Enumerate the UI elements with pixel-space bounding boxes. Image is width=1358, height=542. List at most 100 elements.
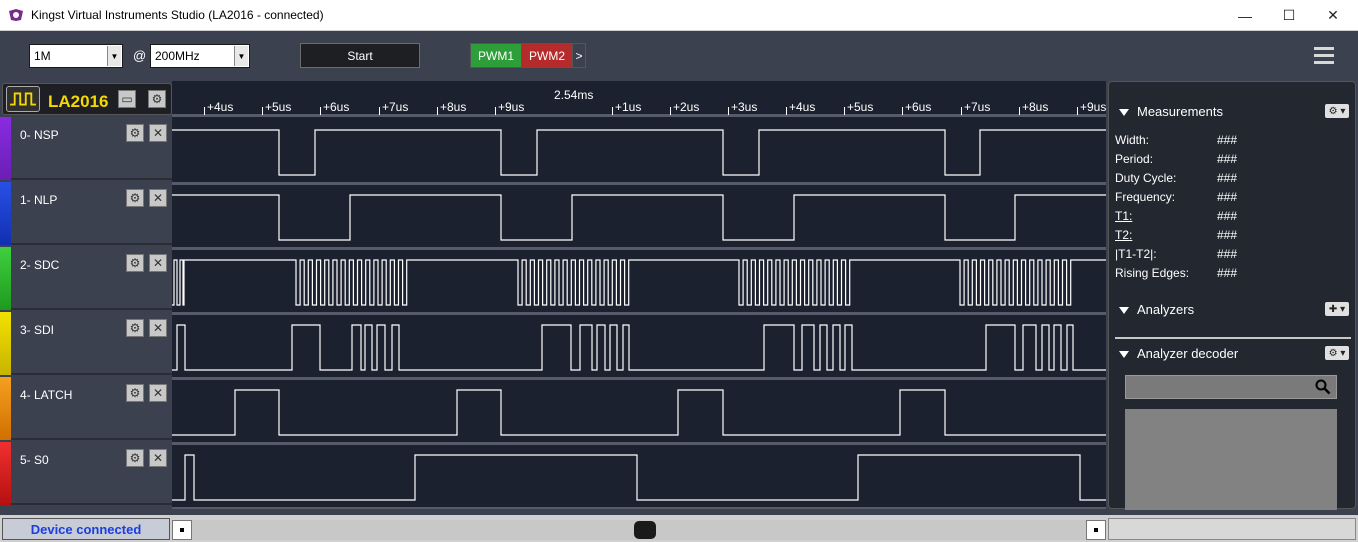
- signal-lane[interactable]: [172, 445, 1106, 509]
- channel-label: 1- NLP: [20, 193, 58, 207]
- ruler-tick-label: +1us: [615, 100, 642, 114]
- decoder-search-input[interactable]: [1125, 375, 1337, 399]
- measurement-key: Width:: [1115, 133, 1150, 147]
- signal-trace: [172, 129, 1106, 176]
- toolbar: 1M ▼ @ 200MHz ▼ Start PWM1 PWM2 >: [0, 31, 1358, 81]
- ruler-tick-label: +9us: [1080, 100, 1106, 114]
- signal-waveform-line: [172, 324, 1106, 371]
- device-name: LA2016: [48, 92, 109, 111]
- time-ruler[interactable]: 2.54ms +4us +5us +6us +7us +8us +9us +1us +2us +…: [172, 81, 1106, 117]
- status-bar: Device connected: [0, 515, 1358, 542]
- decoder-gear-icon[interactable]: ⚙ ▾: [1325, 346, 1349, 360]
- signal-waveform-line: [172, 194, 1106, 241]
- channel-gear-icon[interactable]: ⚙: [126, 254, 144, 272]
- start-button[interactable]: Start: [300, 43, 420, 68]
- signal-waveform-line: [172, 454, 1106, 501]
- channel-row: 1- NLP ⚙ ✕: [0, 182, 172, 245]
- channel-row: 0- NSP ⚙ ✕: [0, 117, 172, 180]
- device-window-icon[interactable]: ▭: [118, 90, 136, 108]
- channel-gear-icon[interactable]: ⚙: [126, 124, 144, 142]
- measurement-key: Duty Cycle:: [1115, 171, 1177, 185]
- measurement-key: |T1-T2|:: [1115, 247, 1157, 261]
- signal-trace: [172, 194, 1106, 241]
- collapse-triangle-icon: [1119, 109, 1129, 117]
- device-settings-gear-icon[interactable]: ⚙: [148, 90, 166, 108]
- ruler-tick-mark: [320, 107, 321, 115]
- channel-color-bar: [0, 117, 11, 180]
- t2-link[interactable]: T2:: [1115, 228, 1132, 242]
- ruler-tick-label: +9us: [498, 100, 525, 114]
- ruler-tick-mark: [437, 107, 438, 115]
- signal-lane[interactable]: [172, 250, 1106, 315]
- decoder-results-area: [1125, 409, 1337, 510]
- signal-lane[interactable]: [172, 185, 1106, 250]
- ruler-tick-mark: [204, 107, 205, 115]
- pwm-more-button[interactable]: >: [572, 43, 586, 68]
- ruler-tick-mark: [786, 107, 787, 115]
- app-window: Kingst Virtual Instruments Studio (LA201…: [0, 0, 1358, 542]
- channel-close-icon[interactable]: ✕: [149, 254, 167, 272]
- chevron-down-icon[interactable]: ▼: [107, 46, 121, 66]
- ruler-tick-mark: [495, 107, 496, 115]
- signal-lane[interactable]: [172, 380, 1106, 445]
- channel-close-icon[interactable]: ✕: [149, 384, 167, 402]
- ruler-tick-label: +4us: [207, 100, 234, 114]
- channel-gear-icon[interactable]: ⚙: [126, 189, 144, 207]
- window-title: Kingst Virtual Instruments Studio (LA201…: [31, 8, 324, 22]
- pwm2-button[interactable]: PWM2: [521, 43, 573, 68]
- channel-label: 3- SDI: [20, 323, 55, 337]
- ruler-tick-mark: [728, 107, 729, 115]
- add-analyzer-icon[interactable]: ✚ ▾: [1325, 302, 1349, 316]
- scroll-right-button[interactable]: [1086, 520, 1106, 540]
- minimize-button[interactable]: —: [1222, 0, 1268, 31]
- side-panel: Measurements ⚙ ▾ Width: ### Period: ### Du…: [1108, 81, 1356, 510]
- search-icon[interactable]: [1315, 379, 1331, 395]
- ruler-tick-mark: [262, 107, 263, 115]
- scroll-thumb[interactable]: [634, 521, 656, 539]
- measurement-value: ###: [1217, 266, 1238, 280]
- measurement-value: ###: [1217, 133, 1238, 147]
- ruler-tick-label: +8us: [1022, 100, 1049, 114]
- maximize-button[interactable]: ☐: [1266, 0, 1312, 31]
- measurement-value: ###: [1217, 228, 1238, 242]
- sample-depth-select[interactable]: 1M ▼: [29, 44, 123, 68]
- measurements-gear-icon[interactable]: ⚙ ▾: [1325, 104, 1349, 118]
- channel-close-icon[interactable]: ✕: [149, 319, 167, 337]
- ruler-tick-mark: [1077, 107, 1078, 115]
- measurements-header[interactable]: Measurements: [1119, 104, 1223, 119]
- ruler-tick-mark: [1019, 107, 1020, 115]
- pwm1-button[interactable]: PWM1: [470, 43, 522, 68]
- channel-color-bar: [0, 247, 11, 310]
- title-bar: Kingst Virtual Instruments Studio (LA201…: [0, 0, 1358, 31]
- decoder-header[interactable]: Analyzer decoder: [1119, 346, 1238, 361]
- horizontal-scrollbar[interactable]: [172, 520, 1106, 540]
- hamburger-menu-icon[interactable]: [1314, 47, 1334, 65]
- divider: [1115, 337, 1351, 339]
- measurements-title: Measurements: [1137, 104, 1223, 119]
- side-status-box: [1108, 518, 1356, 540]
- channel-close-icon[interactable]: ✕: [149, 124, 167, 142]
- waveform-view[interactable]: 2.54ms +4us +5us +6us +7us +8us +9us +1us +2us +…: [172, 81, 1106, 509]
- channel-close-icon[interactable]: ✕: [149, 189, 167, 207]
- signal-lane[interactable]: [172, 315, 1106, 380]
- sample-rate-select[interactable]: 200MHz ▼: [150, 44, 250, 68]
- channel-gear-icon[interactable]: ⚙: [126, 319, 144, 337]
- close-button[interactable]: ✕: [1310, 0, 1356, 31]
- collapse-triangle-icon: [1119, 351, 1129, 359]
- measurement-value: ###: [1217, 209, 1238, 223]
- measurement-value: ###: [1217, 171, 1238, 185]
- channel-close-icon[interactable]: ✕: [149, 449, 167, 467]
- signal-trace: [172, 454, 1106, 501]
- analyzers-header[interactable]: Analyzers: [1119, 302, 1194, 317]
- t1-link[interactable]: T1:: [1115, 209, 1132, 223]
- channel-gear-icon[interactable]: ⚙: [126, 449, 144, 467]
- chevron-down-icon[interactable]: ▼: [234, 46, 248, 66]
- measurement-value: ###: [1217, 190, 1238, 204]
- scroll-left-button[interactable]: [172, 520, 192, 540]
- center-time-label: 2.54ms: [554, 88, 594, 102]
- channel-gear-icon[interactable]: ⚙: [126, 384, 144, 402]
- ruler-tick-label: +5us: [265, 100, 292, 114]
- channel-panel: LA2016 ▭ ⚙ 0- NSP ⚙ ✕ 1- NLP ⚙ ✕ 2- SDC …: [0, 81, 172, 509]
- measurement-key: Period:: [1115, 152, 1154, 166]
- signal-lane[interactable]: [172, 120, 1106, 185]
